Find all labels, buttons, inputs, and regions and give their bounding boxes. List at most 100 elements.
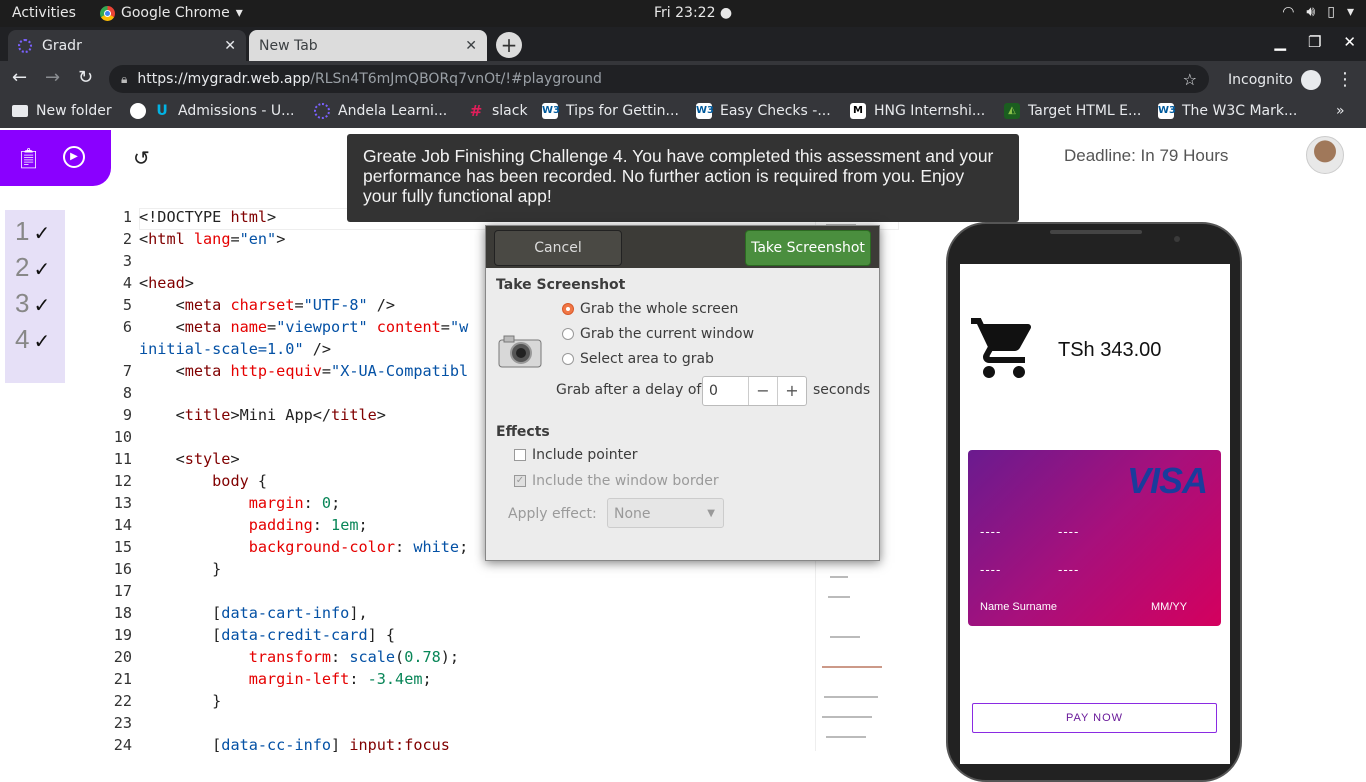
card-number-field[interactable]: ---- [1058,562,1079,577]
avatar[interactable] [1306,136,1344,174]
shopping-cart-icon [971,318,1032,378]
bookmark-star-icon[interactable]: ☆ [1183,70,1197,89]
app-menu[interactable]: Google Chrome ▾ [100,5,243,21]
task-item[interactable]: 3 ✓ [15,288,50,319]
cart-total: TSh 343.00 [1058,339,1162,361]
incognito-indicator[interactable]: Incognito [1228,70,1321,90]
pay-now-button[interactable]: PAY NOW [972,703,1217,733]
bookmark-label: Tips for Gettin... [566,103,679,119]
window-controls: ▁ ❐ ✕ [1274,33,1356,51]
system-top-bar: Activities Google Chrome ▾ Fri 23:22 ● ◠… [0,0,1366,27]
card-expiry: MM/YY [1151,601,1188,613]
close-window-icon[interactable]: ✕ [1343,33,1356,51]
increment-icon[interactable]: + [777,377,806,405]
close-tab-icon[interactable]: ✕ [224,38,236,54]
bookmarks-bar: New folder U Admissions - U... Andela Le… [0,97,1366,128]
line-number: 12 [113,472,132,490]
checkbox-icon [514,449,526,461]
line-number: 20 [113,648,132,666]
take-screenshot-button[interactable]: Take Screenshot [745,230,871,266]
tab-strip: Gradr ✕ New Tab ✕ + ▁ ❐ ✕ [0,27,1366,61]
new-tab-button[interactable]: + [496,32,522,58]
delay-spinner[interactable]: 0 − + [702,376,807,406]
grab-whole-screen-option[interactable]: Grab the whole screen [562,301,738,317]
code-line: <meta name="viewport" content="w [139,318,469,336]
radio-icon [562,328,574,340]
task-item[interactable]: 2 ✓ [15,252,50,283]
history-icon[interactable]: ↺ [133,146,150,170]
card-number-field[interactable]: ---- [980,562,1001,577]
bookmark-new-folder[interactable]: New folder [12,103,112,119]
tool-pill: 📋︎ ▶ [0,130,111,186]
chrome-menu-icon[interactable]: ⋮ [1336,69,1354,90]
slack-icon: # [469,102,483,120]
task-item[interactable]: 1 ✓ [15,216,50,247]
wifi-icon: ◠ [1282,4,1295,20]
play-icon[interactable]: ▶ [63,146,85,168]
minimap-line [830,576,848,578]
option-label: Include pointer [532,447,638,463]
include-pointer-checkbox[interactable]: Include pointer [514,447,638,463]
gradr-favicon-icon [18,38,32,53]
address-bar[interactable]: 🔒︎ https://mygradr.web.app /RLSn4T6mJmQB… [109,65,1209,93]
url-path: /RLSn4T6mJmQBORq7vnOt/!#playground [310,71,602,87]
chrome-icon [100,5,115,21]
include-border-checkbox[interactable]: ✓ Include the window border [514,473,719,489]
line-number: 17 [113,582,132,600]
deadline-text: Deadline: In 79 Hours [1064,146,1229,165]
reload-icon[interactable]: ↻ [78,67,93,88]
dialog-section-title: Take Screenshot [496,277,626,293]
option-label: Include the window border [532,473,719,489]
card-number-field[interactable]: ---- [1058,524,1079,539]
toolbar: ← → ↻ 🔒︎ https://mygradr.web.app /RLSn4T… [0,61,1366,97]
line-number: 15 [113,538,132,556]
minimap-line [826,736,866,738]
option-label: Select area to grab [580,351,714,367]
decrement-icon[interactable]: − [748,377,777,405]
task-number: 2 [15,252,30,282]
bookmark-w3c-mark[interactable]: W3 The W3C Mark... [1158,103,1297,119]
grab-current-window-option[interactable]: Grab the current window [562,326,754,342]
battery-icon: ▯ [1327,4,1335,20]
tab-new-tab[interactable]: New Tab ✕ [249,30,487,61]
bookmark-target-html[interactable]: ◭ Target HTML E... [1004,103,1141,119]
lock-icon[interactable]: 🔒︎ [121,72,127,87]
clipboard-icon[interactable]: 📋︎ [16,146,41,170]
check-icon: ✓ [33,331,51,353]
code-line: <style> [139,450,240,468]
task-item[interactable]: 4 ✓ [15,324,50,355]
line-number: 10 [113,428,132,446]
incognito-icon [1300,70,1321,90]
activities-button[interactable]: Activities [12,5,76,21]
andela-icon [314,103,330,119]
bookmark-admissions[interactable]: U Admissions - U... [130,103,295,119]
option-label: Grab the whole screen [580,301,739,317]
bookmark-andela[interactable]: Andela Learni... [314,103,447,119]
select-area-option[interactable]: Select area to grab [562,351,714,367]
code-line: margin-left: -3.4em; [248,670,432,688]
bookmark-slack[interactable]: # slack [468,103,528,119]
effect-dropdown[interactable]: None ▼ [607,498,724,528]
bookmark-hng[interactable]: M HNG Internshi... [850,103,985,119]
forward-icon[interactable]: → [45,67,60,88]
minimize-icon[interactable]: ▁ [1274,33,1286,51]
tab-gradr[interactable]: Gradr ✕ [8,30,246,61]
back-icon[interactable]: ← [12,67,27,88]
task-number: 3 [15,288,30,318]
w3c-icon: W3 [696,103,714,119]
chevron-down-icon: ▾ [235,5,243,21]
bookmark-label: Andela Learni... [338,103,448,119]
code-line: [data-cc-info] input:focus [139,736,450,754]
restore-icon[interactable]: ❐ [1308,33,1321,51]
close-tab-icon[interactable]: ✕ [465,38,477,54]
bookmark-tips[interactable]: W3 Tips for Gettin... [542,103,679,119]
clock[interactable]: Fri 23:22 ● [654,5,732,21]
system-tray[interactable]: ◠ 🔊︎ ▯ ▾ [1282,4,1354,20]
delay-value[interactable]: 0 [703,377,748,405]
cancel-button[interactable]: Cancel [494,230,622,266]
bookmarks-overflow-icon[interactable]: » [1336,103,1345,119]
bookmark-label: Target HTML E... [1028,103,1142,119]
line-number: 21 [113,670,132,688]
bookmark-easy-checks[interactable]: W3 Easy Checks -... [696,103,831,119]
card-number-field[interactable]: ---- [980,524,1001,539]
